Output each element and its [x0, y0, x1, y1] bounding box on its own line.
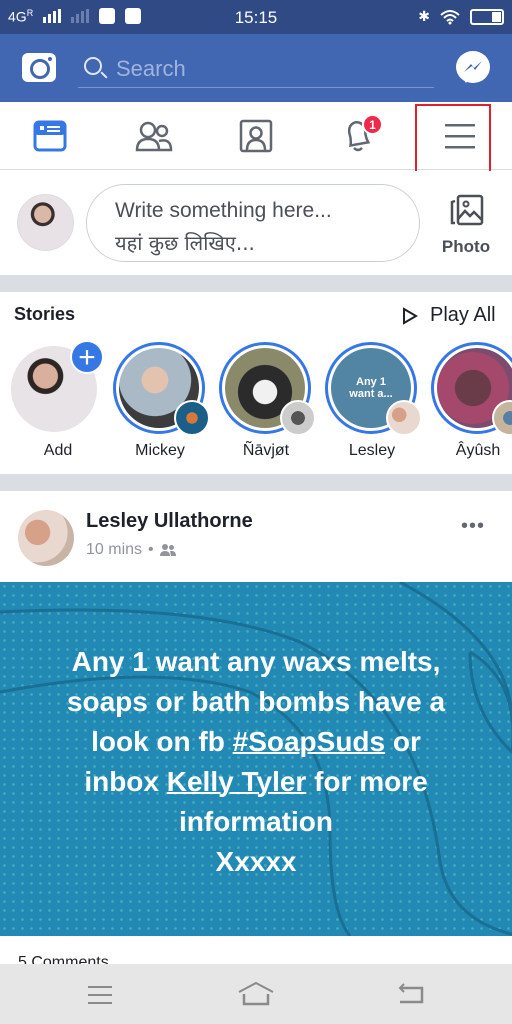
- post-header: Lesley Ullathorne 10 mins • •••: [0, 491, 512, 581]
- post-text-line: information: [179, 806, 333, 837]
- wifi-icon: [440, 9, 460, 24]
- post-meta: 10 mins •: [86, 541, 176, 559]
- story-ayush[interactable]: Âyûsh: [426, 342, 512, 472]
- messenger-icon[interactable]: [456, 51, 490, 83]
- story-name: Add: [43, 442, 73, 459]
- tab-notifications[interactable]: [308, 102, 408, 170]
- composer: Write something here... यहां कुछ लिखिए..…: [0, 171, 512, 275]
- story-navjot[interactable]: Ñāvjøt: [214, 342, 316, 472]
- story-name: Ñāvjøt: [242, 442, 290, 459]
- divider: [0, 275, 512, 292]
- story-name: Mickey: [135, 442, 185, 459]
- story-owner-avatar: [386, 400, 422, 436]
- story-name: Lesley: [348, 442, 396, 459]
- search-icon: [84, 57, 102, 75]
- stories-title: Stories: [14, 304, 76, 324]
- tab-friends[interactable]: [104, 102, 204, 170]
- story-mickey[interactable]: Mickey: [108, 342, 210, 472]
- story-name: Âyûsh: [455, 442, 501, 459]
- camera-icon[interactable]: [22, 53, 56, 82]
- composer-placeholder-hi: यहां कुछ लिखिए...: [115, 231, 255, 255]
- play-icon: [403, 306, 418, 325]
- status-input[interactable]: Write something here... यहां कुछ लिखिए..…: [86, 184, 420, 262]
- news-feed-icon: [33, 120, 67, 152]
- stories-section: Stories Play All + Add Mickey Ñāvjøt Any…: [0, 292, 512, 474]
- friends-icon: [135, 121, 173, 152]
- home-icon[interactable]: [236, 980, 276, 1010]
- back-icon[interactable]: [392, 980, 432, 1010]
- photo-label: Photo: [441, 237, 491, 256]
- post-time[interactable]: 10 mins: [86, 541, 142, 559]
- menu-highlight-box: [415, 104, 491, 175]
- system-nav-bar: [0, 964, 512, 1024]
- post-author-name[interactable]: Lesley Ullathorne: [86, 510, 253, 533]
- post-text-line: Any 1 want any waxs melts,: [71, 646, 441, 677]
- status-bar: 4GR 15:15 ✱: [0, 0, 512, 34]
- add-story-plus-icon[interactable]: +: [70, 340, 104, 374]
- post-text: Any 1 want any waxs melts, soaps or bath…: [0, 642, 512, 882]
- tab-profile[interactable]: [206, 102, 306, 170]
- photo-icon: [450, 194, 484, 226]
- search-input[interactable]: Search: [78, 52, 434, 88]
- mention-link[interactable]: Kelly Tyler: [167, 766, 307, 797]
- bluetooth-icon: ✱: [418, 8, 430, 24]
- story-owner-avatar: [174, 400, 210, 436]
- meta-separator: •: [148, 541, 154, 558]
- post-text-line: look on fb #SoapSuds or: [91, 726, 421, 757]
- friends-audience-icon: [159, 544, 176, 556]
- composer-placeholder-en: Write something here...: [115, 199, 332, 222]
- battery-icon: [470, 8, 504, 25]
- profile-icon: [239, 119, 273, 153]
- hashtag-link[interactable]: #SoapSuds: [233, 726, 385, 757]
- avatar[interactable]: [17, 194, 74, 251]
- post-author-avatar[interactable]: [18, 510, 74, 566]
- top-bar: Search: [0, 34, 512, 102]
- divider: [0, 474, 512, 491]
- more-options-icon[interactable]: •••: [461, 515, 485, 538]
- photo-button[interactable]: Photo: [436, 193, 496, 263]
- story-add[interactable]: + Add: [6, 340, 106, 472]
- post-text-line: Xxxxx: [215, 846, 297, 877]
- story-owner-avatar: [280, 400, 316, 436]
- play-all-button[interactable]: Play All: [402, 304, 496, 327]
- tab-news-feed[interactable]: [0, 102, 100, 170]
- play-all-label: Play All: [430, 304, 496, 326]
- post-content: Any 1 want any waxs melts, soaps or bath…: [0, 582, 512, 936]
- post-text-line: soaps or bath bombs have a: [66, 686, 446, 717]
- post-text-line: inbox Kelly Tyler for more: [84, 766, 428, 797]
- search-placeholder: Search: [116, 56, 186, 81]
- story-lesley[interactable]: Any 1 want a... Lesley: [320, 342, 422, 472]
- recent-apps-icon[interactable]: [80, 980, 120, 1010]
- notification-badge: 1: [362, 114, 383, 135]
